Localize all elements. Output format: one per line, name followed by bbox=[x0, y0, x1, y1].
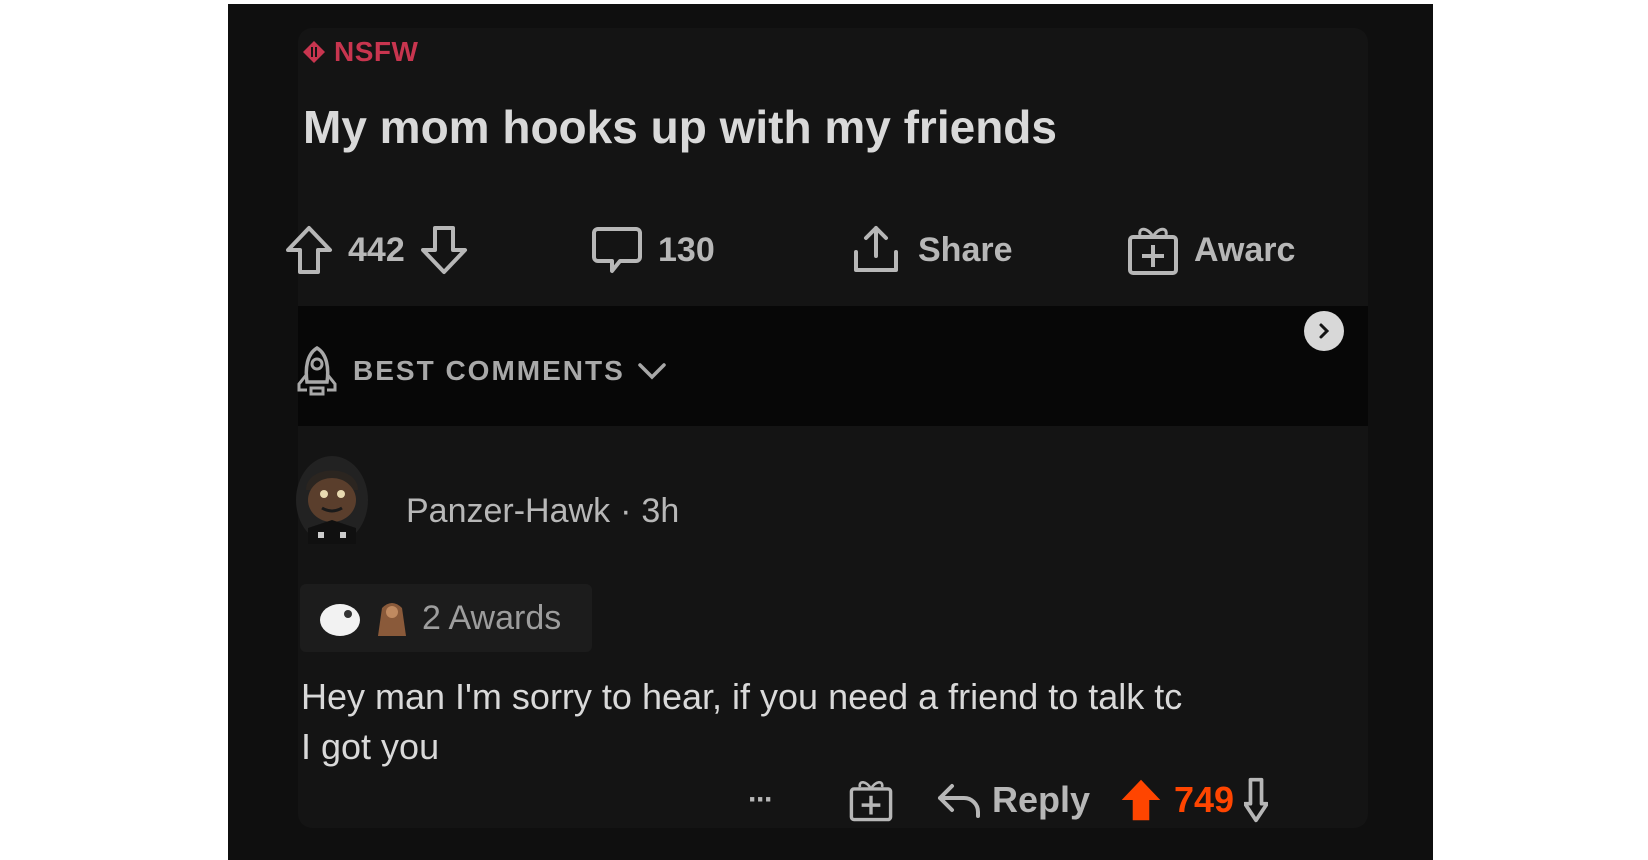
share-label: Share bbox=[918, 230, 1013, 269]
username[interactable]: Panzer-Hawk bbox=[406, 492, 610, 530]
comment-icon bbox=[590, 223, 644, 277]
post-action-bar: 442 130 Share Awarc bbox=[286, 222, 1378, 278]
upvote-icon[interactable] bbox=[284, 224, 334, 276]
share-icon bbox=[848, 222, 904, 278]
reply-label: Reply bbox=[992, 779, 1091, 820]
comment-score: 749 bbox=[1174, 779, 1235, 820]
comment-text-line: Hey man I'm sorry to hear, if you need a… bbox=[301, 676, 1183, 717]
awards-badge[interactable]: 2 Awards bbox=[300, 584, 592, 652]
reply-button[interactable]: Reply bbox=[936, 772, 1090, 828]
chevron-right-icon bbox=[1319, 323, 1330, 339]
vote-group: 442 bbox=[284, 222, 469, 278]
next-button[interactable] bbox=[1304, 311, 1344, 351]
gift-icon bbox=[848, 777, 894, 823]
comment-meta: Panzer-Hawk · 3h bbox=[406, 492, 679, 531]
award-button[interactable]: Awarc bbox=[1126, 222, 1295, 278]
upvote-count: 442 bbox=[348, 230, 405, 269]
meta-separator: · bbox=[620, 492, 632, 530]
comments-button[interactable]: 130 bbox=[590, 222, 715, 278]
rocket-icon bbox=[293, 344, 341, 398]
sort-label: BEST COMMENTS bbox=[353, 355, 625, 386]
upvote-icon[interactable] bbox=[1118, 776, 1164, 824]
sort-comments-button[interactable]: BEST COMMENTS bbox=[293, 344, 667, 398]
share-button[interactable]: Share bbox=[848, 222, 1013, 278]
nsfw-tag: NSFW bbox=[302, 36, 418, 68]
award-label: Awarc bbox=[1194, 230, 1296, 269]
screenshot-frame: NSFW My mom hooks up with my friends 442… bbox=[228, 4, 1433, 860]
comment-vote-group: 749 bbox=[1118, 772, 1269, 828]
more-options-label: ··· bbox=[748, 783, 774, 816]
chevron-down-icon bbox=[637, 361, 667, 381]
awards-label: 2 Awards bbox=[422, 598, 562, 637]
downvote-icon[interactable] bbox=[419, 224, 469, 276]
gift-icon bbox=[1126, 223, 1180, 277]
more-options-button[interactable]: ··· bbox=[748, 772, 774, 828]
reply-icon bbox=[936, 780, 982, 820]
award-icon bbox=[378, 603, 406, 636]
nsfw-label: NSFW bbox=[334, 36, 419, 67]
post-title: My mom hooks up with my friends bbox=[303, 101, 1057, 153]
comment-text-line: I got you bbox=[301, 726, 440, 767]
comment-body: Hey man I'm sorry to hear, if you need a… bbox=[301, 672, 1371, 772]
comment-age: 3h bbox=[641, 492, 680, 530]
award-icon bbox=[320, 604, 360, 636]
give-award-button[interactable] bbox=[848, 772, 894, 828]
nsfw-icon bbox=[303, 41, 325, 63]
downvote-icon[interactable] bbox=[1244, 776, 1269, 824]
comment-count: 130 bbox=[658, 230, 715, 269]
avatar[interactable] bbox=[292, 450, 372, 546]
